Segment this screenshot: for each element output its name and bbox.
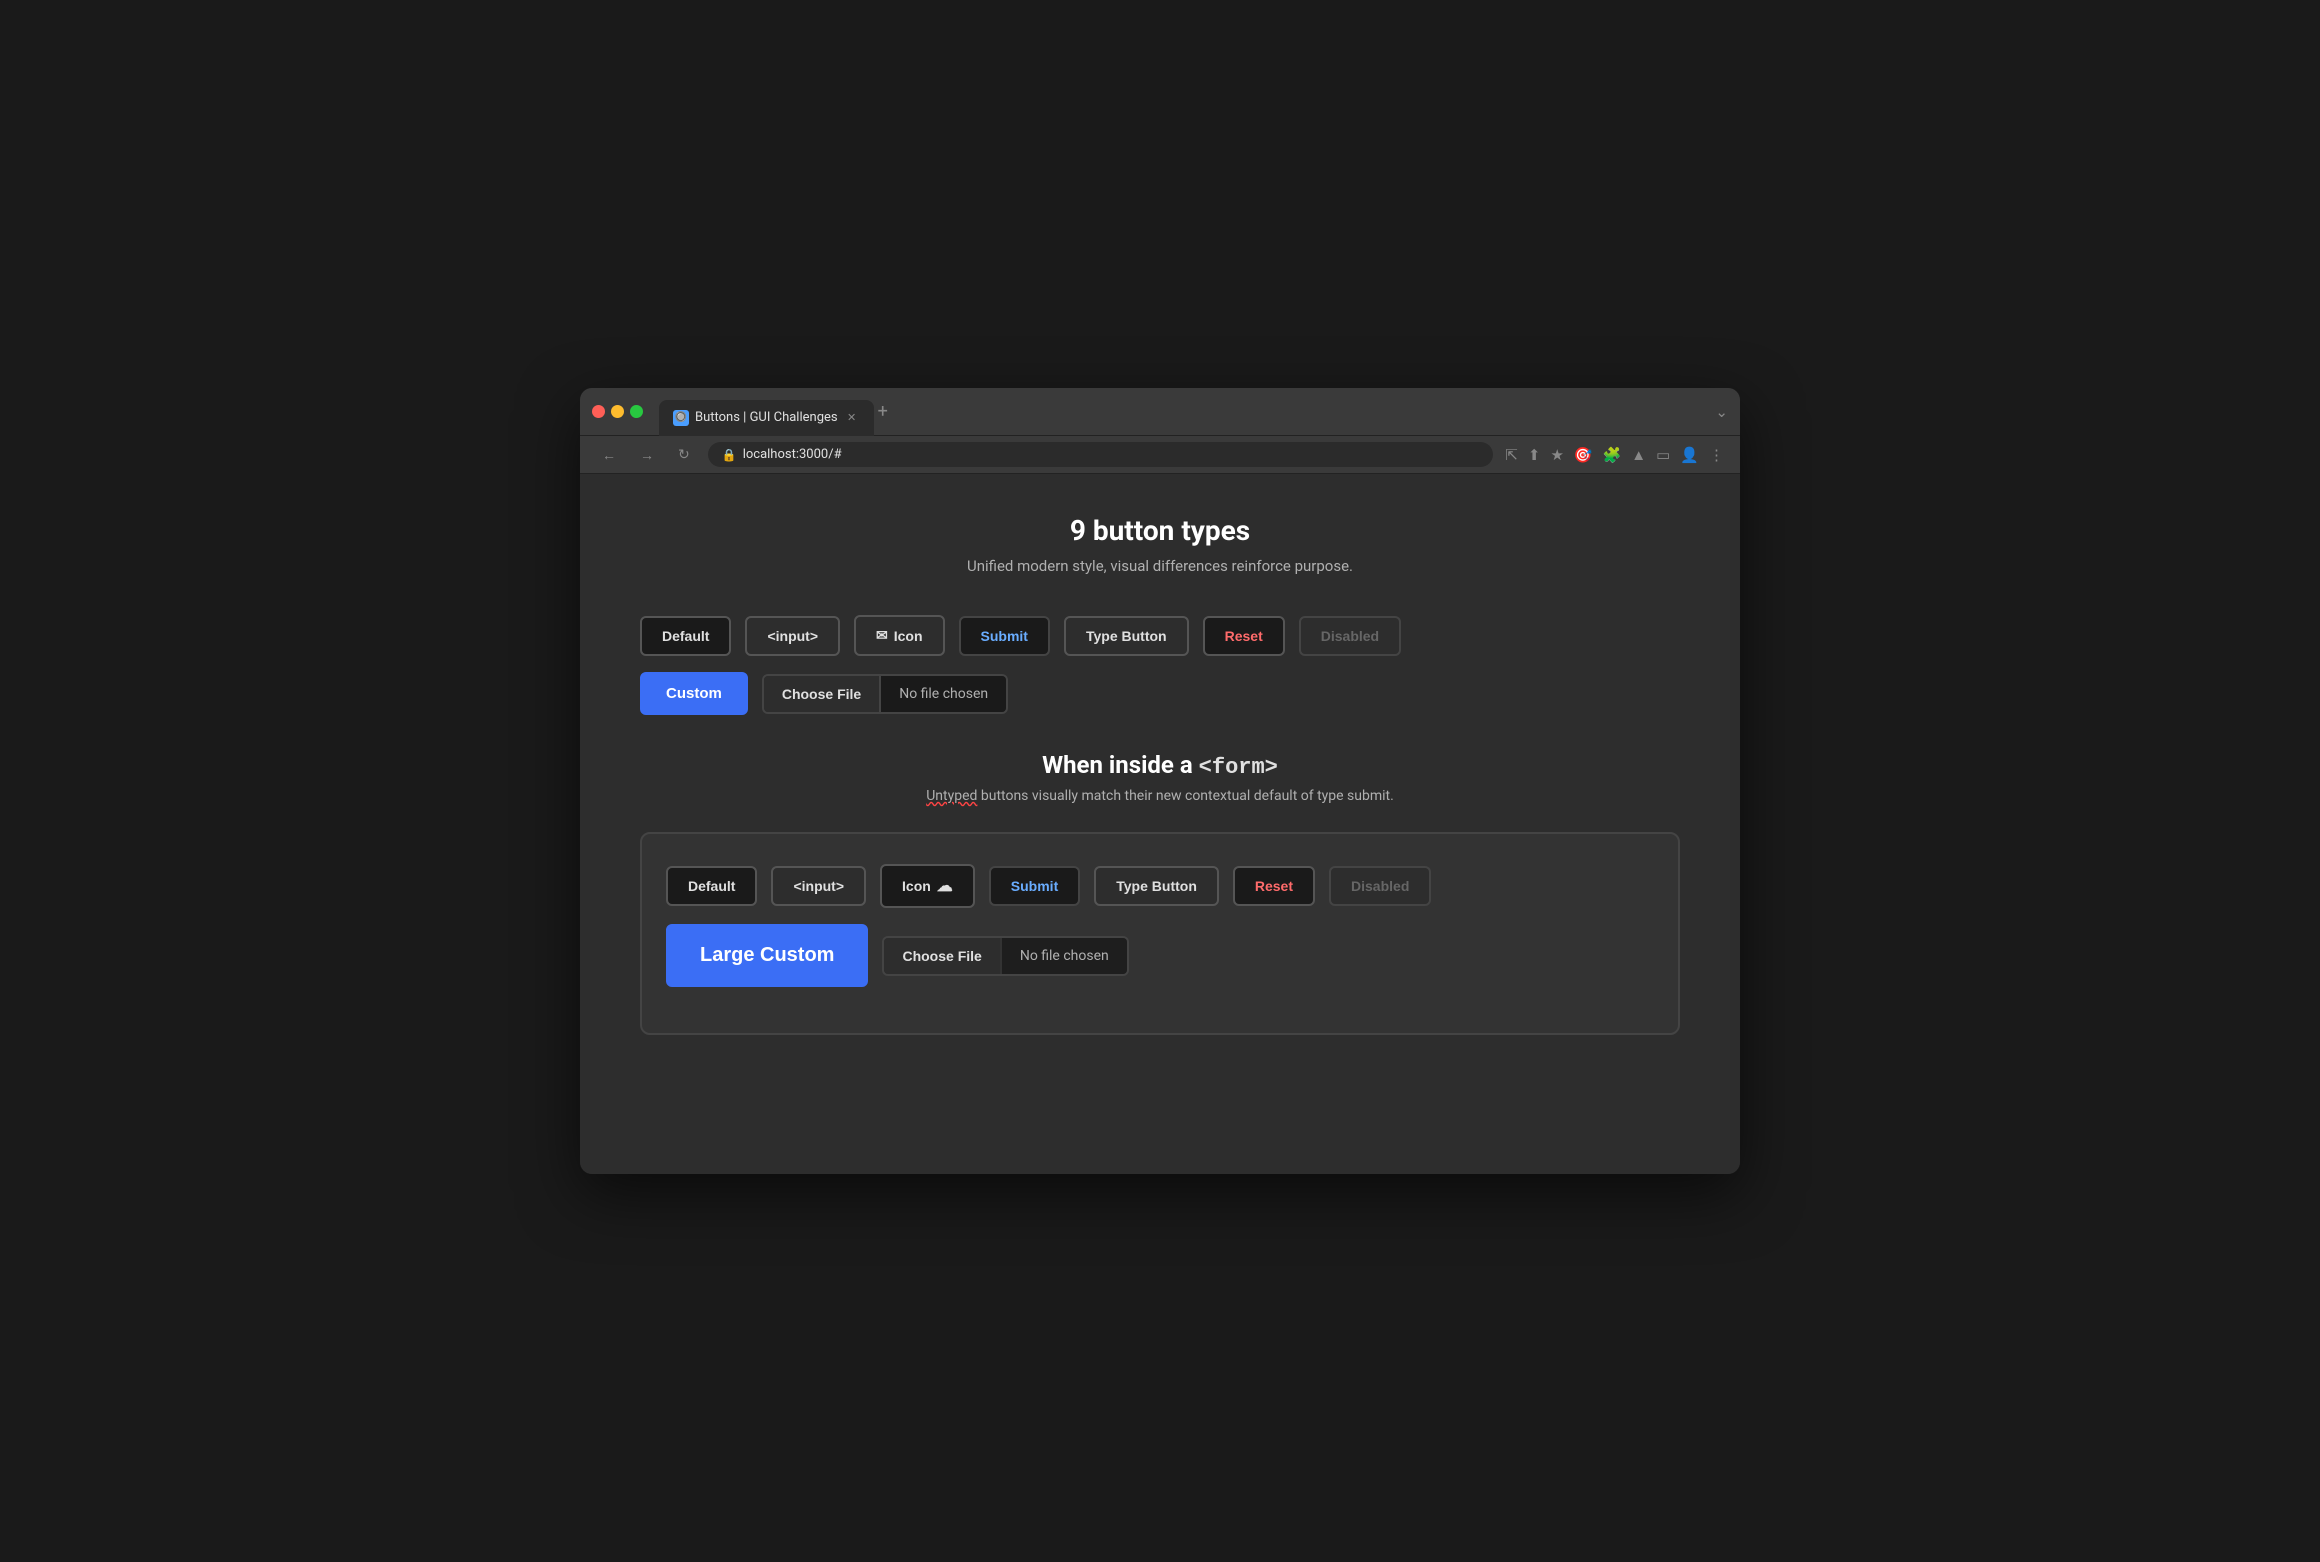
minimize-button[interactable] [611, 405, 624, 418]
cloud-icon: ☁ [937, 876, 953, 896]
forward-button[interactable]: → [634, 443, 660, 467]
url-text: localhost:3000/# [743, 447, 842, 462]
untyped-text: Untyped [926, 788, 977, 804]
choose-file-button[interactable]: Choose File [764, 676, 881, 712]
address-bar: ← → ↻ 🔒 localhost:3000/# ⇱ ⬆ ★ 🎯 🧩 ▲ ▭ 👤… [580, 436, 1740, 474]
form-choose-file-button[interactable]: Choose File [884, 938, 1001, 974]
window-expand-icon: ⌄ [1715, 403, 1728, 421]
form-reset-button[interactable]: Reset [1233, 866, 1315, 906]
browser-window: 🔘 Buttons | GUI Challenges ✕ + ⌄ ← → ↻ 🔒… [580, 388, 1740, 1174]
extension-icon-2[interactable]: 🧩 [1603, 446, 1622, 464]
extension-icon-1[interactable]: 🎯 [1574, 446, 1593, 464]
form-submit-button[interactable]: Submit [989, 866, 1080, 906]
browser-toolbar: ⇱ ⬆ ★ 🎯 🧩 ▲ ▭ 👤 ⋮ [1505, 446, 1724, 464]
menu-icon[interactable]: ⋮ [1709, 446, 1724, 464]
form-type-button[interactable]: Type Button [1094, 866, 1219, 906]
disabled-button: Disabled [1299, 616, 1401, 656]
new-tab-button[interactable]: + [878, 401, 888, 422]
file-input-wrapper: Choose File No file chosen [762, 674, 1008, 714]
tab-favicon: 🔘 [673, 410, 689, 426]
back-button[interactable]: ← [596, 443, 622, 467]
form-section-header: When inside a <form> Untyped buttons vis… [640, 751, 1680, 804]
icon-button[interactable]: ✉ Icon [854, 615, 945, 656]
reload-button[interactable]: ↻ [672, 442, 696, 467]
icon-button-label: Icon [894, 628, 923, 644]
subtitle-rest: buttons visually match their new context… [977, 788, 1393, 804]
tab-title: Buttons | GUI Challenges [695, 410, 838, 425]
url-field[interactable]: 🔒 localhost:3000/# [708, 442, 1494, 467]
input-button[interactable]: <input> [745, 616, 840, 656]
split-view-icon[interactable]: ▭ [1656, 446, 1670, 464]
share-icon[interactable]: ⬆ [1528, 446, 1541, 464]
tab-bar: 🔘 Buttons | GUI Challenges ✕ + [659, 388, 1707, 435]
large-custom-button[interactable]: Large Custom [666, 924, 868, 987]
title-bar: 🔘 Buttons | GUI Challenges ✕ + ⌄ [580, 388, 1740, 436]
close-button[interactable] [592, 405, 605, 418]
lock-icon: 🔒 [722, 448, 737, 462]
form-icon-label: Icon [902, 878, 931, 894]
active-tab[interactable]: 🔘 Buttons | GUI Challenges ✕ [659, 400, 874, 436]
form-no-file-label: No file chosen [1002, 938, 1127, 974]
extension-icon-3[interactable]: ▲ [1631, 446, 1646, 464]
tab-close-button[interactable]: ✕ [844, 410, 860, 426]
form-tag-code: <form> [1199, 755, 1278, 780]
default-button[interactable]: Default [640, 616, 731, 656]
custom-row: Custom Choose File No file chosen [640, 672, 1680, 715]
form-disabled-button: Disabled [1329, 866, 1431, 906]
bookmark-icon[interactable]: ★ [1550, 446, 1563, 464]
top-button-row: Default <input> ✉ Icon Submit Type Butto… [640, 615, 1680, 656]
no-file-label: No file chosen [881, 676, 1006, 712]
submit-button[interactable]: Submit [959, 616, 1050, 656]
type-button[interactable]: Type Button [1064, 616, 1189, 656]
form-button-row: Default <input> Icon ☁ Submit Type Butto… [666, 864, 1654, 908]
reset-button[interactable]: Reset [1203, 616, 1285, 656]
external-link-icon[interactable]: ⇱ [1505, 446, 1518, 464]
form-section-subtitle: Untyped buttons visually match their new… [640, 788, 1680, 804]
form-container: Default <input> Icon ☁ Submit Type Butto… [640, 832, 1680, 1035]
page-subtitle: Unified modern style, visual differences… [640, 557, 1680, 575]
window-controls: ⌄ [1715, 403, 1728, 421]
form-icon-button[interactable]: Icon ☁ [880, 864, 975, 908]
form-input-button[interactable]: <input> [771, 866, 866, 906]
profile-icon[interactable]: 👤 [1680, 446, 1699, 464]
page-title: 9 button types [640, 514, 1680, 547]
form-default-button[interactable]: Default [666, 866, 757, 906]
form-section-title-text: When inside a [1042, 751, 1199, 779]
page-content: 9 button types Unified modern style, vis… [580, 474, 1740, 1174]
form-section-title: When inside a <form> [640, 751, 1680, 780]
email-icon: ✉ [876, 627, 888, 644]
maximize-button[interactable] [630, 405, 643, 418]
traffic-lights [592, 405, 643, 418]
form-file-input-wrapper: Choose File No file chosen [882, 936, 1128, 976]
form-custom-row: Large Custom Choose File No file chosen [666, 924, 1654, 987]
custom-button[interactable]: Custom [640, 672, 748, 715]
